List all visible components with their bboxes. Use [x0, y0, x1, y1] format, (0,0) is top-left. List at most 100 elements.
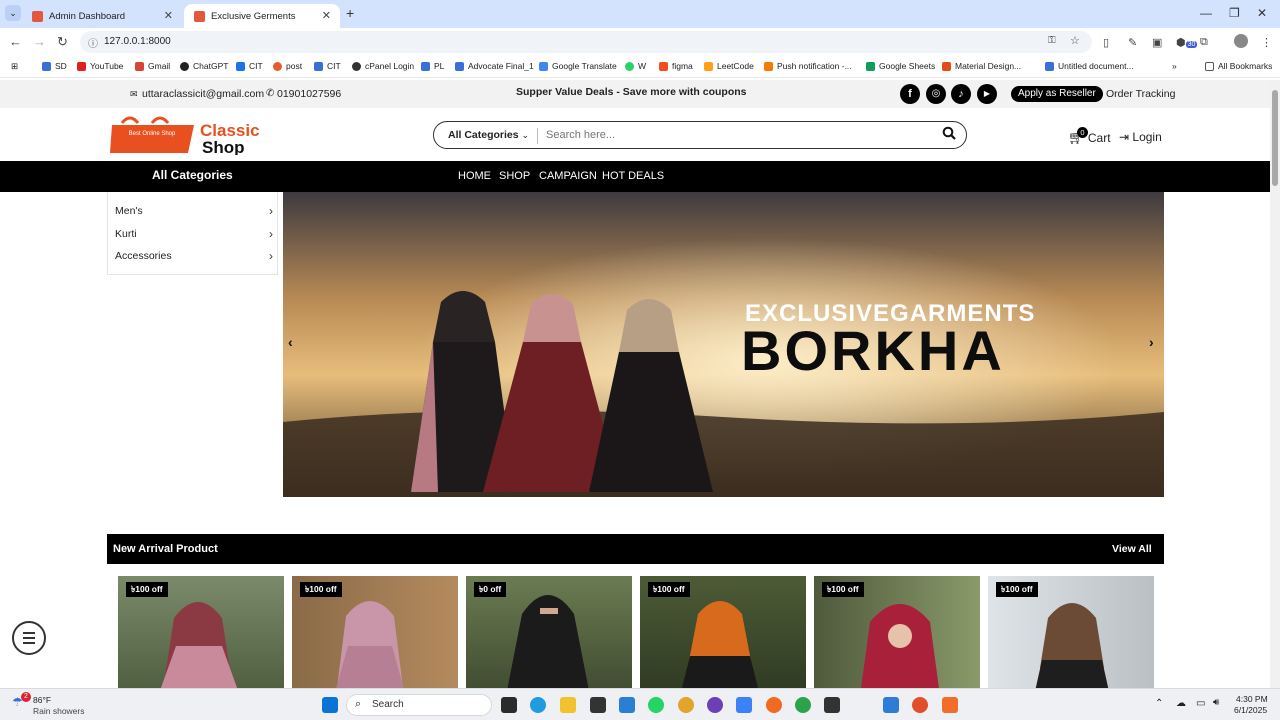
- task-view-icon[interactable]: [501, 697, 517, 713]
- all-categories-toggle[interactable]: All Categories: [152, 168, 233, 182]
- clock-date[interactable]: 6/1/2025: [1234, 705, 1267, 715]
- tiktok-icon[interactable]: ♪: [951, 84, 971, 104]
- contact-email[interactable]: uttaraclassicit@gmail.com: [142, 88, 264, 100]
- volume-icon[interactable]: 🔊︎: [1213, 697, 1219, 708]
- product-card[interactable]: ৳100 off: [988, 576, 1154, 688]
- bookmark-google-sheets[interactable]: Google Sheets: [866, 61, 935, 71]
- sidebar-item-accessories[interactable]: Accessories ›: [115, 249, 273, 270]
- onedrive-icon[interactable]: ☁︎: [1176, 698, 1186, 709]
- product-card[interactable]: ৳100 off: [118, 576, 284, 688]
- close-tab-icon[interactable]: ✕: [164, 9, 173, 22]
- bookmark-pl[interactable]: PL: [421, 61, 444, 71]
- bookmark-whatsapp[interactable]: W: [625, 61, 646, 71]
- edge-icon[interactable]: [530, 697, 546, 713]
- nav-hot-deals[interactable]: HOT DEALS: [602, 170, 664, 182]
- page-scrollbar[interactable]: [1270, 80, 1280, 688]
- nav-home[interactable]: HOME: [458, 170, 491, 182]
- bookmark-push-notification[interactable]: Push notification -...: [764, 61, 852, 71]
- restore-icon[interactable]: ❐: [1229, 6, 1240, 20]
- search-icon[interactable]: [942, 126, 956, 143]
- xampp-icon[interactable]: [942, 697, 958, 713]
- bookmark-material-design[interactable]: Material Design...: [942, 61, 1021, 71]
- file-explorer-icon[interactable]: [560, 697, 576, 713]
- carousel-next-icon[interactable]: ›: [1149, 334, 1154, 350]
- site-info-icon[interactable]: ⓘ: [88, 35, 98, 50]
- extensions-puzzle-icon[interactable]: ⧉: [1200, 36, 1208, 49]
- view-all-link[interactable]: View All: [1112, 543, 1152, 555]
- bookmark-advocate[interactable]: Advocate Final_1: [455, 61, 534, 71]
- extension-badge-icon[interactable]: ⬢ 30: [1176, 36, 1198, 49]
- category-select[interactable]: All Categories ⌄: [448, 129, 529, 141]
- bookmarks-overflow-icon[interactable]: »: [1172, 61, 1177, 71]
- instagram-icon[interactable]: ◎: [926, 84, 946, 104]
- order-tracking-link[interactable]: Order Tracking: [1106, 88, 1175, 100]
- product-card[interactable]: ৳100 off: [640, 576, 806, 688]
- youtube-icon[interactable]: ▶: [977, 84, 997, 104]
- screenshot-extension-icon[interactable]: ▣: [1152, 36, 1162, 49]
- clock-time[interactable]: 4:30 PM: [1236, 694, 1268, 704]
- taskbar-search[interactable]: ⌕ Search: [346, 694, 492, 716]
- notepad-icon[interactable]: [883, 697, 899, 713]
- classic-shop-logo[interactable]: Best Online Shop Classic Shop: [108, 115, 298, 157]
- bookmark-star-icon[interactable]: ☆: [1070, 34, 1080, 47]
- omnibox[interactable]: ⓘ 127.0.0.1:8000 ⚿ ☆: [80, 31, 1092, 53]
- cart-button[interactable]: 🛒︎ 0 Cart: [1068, 127, 1111, 146]
- bookmark-post[interactable]: post: [273, 61, 302, 71]
- product-card[interactable]: ৳0 off: [466, 576, 632, 688]
- windows-start-icon[interactable]: [322, 697, 338, 713]
- bookmark-untitled-document[interactable]: Untitled document...: [1045, 61, 1134, 71]
- bookmark-chatgpt[interactable]: ChatGPT: [180, 61, 228, 71]
- whatsapp-icon[interactable]: [648, 697, 664, 713]
- pen-extension-icon[interactable]: ✎: [1128, 36, 1137, 49]
- display-icon[interactable]: ▭: [1196, 698, 1205, 709]
- chrome-profile-icon[interactable]: [795, 697, 811, 713]
- apply-reseller-button[interactable]: Apply as Reseller: [1011, 86, 1103, 102]
- apps-grid-icon[interactable]: ⊞: [11, 61, 18, 72]
- contact-phone[interactable]: 01901027596: [277, 88, 341, 100]
- weather-widget[interactable]: ☂︎ 2 86°F Rain showers: [12, 692, 85, 716]
- bookmark-cpanel-login[interactable]: cPanel Login: [352, 61, 414, 71]
- bookmark-sd[interactable]: SD: [42, 61, 67, 71]
- password-key-icon[interactable]: ⚿: [1048, 35, 1056, 46]
- nav-campaign[interactable]: CAMPAIGN: [539, 170, 597, 182]
- postman-icon[interactable]: [766, 697, 782, 713]
- tray-chevron-icon[interactable]: ⌃: [1155, 698, 1163, 709]
- back-icon[interactable]: ←: [9, 34, 22, 49]
- bookmark-cit-2[interactable]: CIT: [314, 61, 341, 71]
- bookmark-youtube[interactable]: YouTube: [77, 61, 123, 71]
- sticky-notes-icon[interactable]: [824, 697, 840, 713]
- github-desktop-icon[interactable]: [707, 697, 723, 713]
- close-window-icon[interactable]: ✕: [1257, 6, 1267, 20]
- all-bookmarks-folder[interactable]: All Bookmarks: [1205, 61, 1272, 71]
- sidebar-item-mens[interactable]: Men's ›: [115, 204, 273, 225]
- tab-search-icon[interactable]: ⌄: [5, 5, 21, 21]
- new-tab-icon[interactable]: +: [346, 5, 354, 21]
- more-menu-icon[interactable]: ⋮: [1261, 36, 1272, 49]
- extension-doc-icon[interactable]: ▯: [1103, 36, 1109, 49]
- bookmark-leetcode[interactable]: LeetCode: [704, 61, 754, 71]
- floating-menu-button[interactable]: [12, 621, 46, 655]
- reload-icon[interactable]: ↻: [57, 34, 68, 50]
- chrome-icon[interactable]: [678, 697, 694, 713]
- product-card[interactable]: ৳100 off: [292, 576, 458, 688]
- close-tab-icon[interactable]: ✕: [322, 9, 331, 22]
- bookmark-google-translate[interactable]: Google Translate: [539, 61, 617, 71]
- facebook-icon[interactable]: f: [900, 84, 920, 104]
- minimize-icon[interactable]: —: [1200, 6, 1212, 20]
- search-input[interactable]: [546, 124, 926, 146]
- product-card[interactable]: ৳100 off: [814, 576, 980, 688]
- vscode-icon[interactable]: [619, 697, 635, 713]
- scrollbar-thumb[interactable]: [1272, 90, 1278, 186]
- bookmark-cit[interactable]: CIT: [236, 61, 263, 71]
- tab-exclusive-germents[interactable]: Exclusive Germents ✕: [184, 4, 340, 28]
- profile-avatar[interactable]: [1234, 34, 1248, 48]
- nav-shop[interactable]: SHOP: [499, 170, 530, 182]
- terminal-icon[interactable]: [590, 697, 606, 713]
- sidebar-item-kurti[interactable]: Kurti ›: [115, 227, 273, 248]
- carousel-prev-icon[interactable]: ‹: [288, 334, 293, 350]
- bookmark-figma[interactable]: figma: [659, 61, 693, 71]
- login-button[interactable]: ⇥ Login: [1119, 130, 1162, 144]
- bookmark-gmail[interactable]: Gmail: [135, 61, 170, 71]
- chrome-active-icon[interactable]: [912, 697, 928, 713]
- forward-icon[interactable]: →: [33, 34, 46, 49]
